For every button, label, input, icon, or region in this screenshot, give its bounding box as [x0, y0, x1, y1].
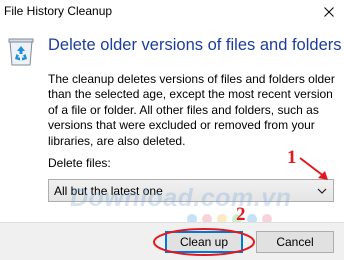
page-title: Delete older versions of files and folde…: [48, 36, 342, 54]
annotation-step-2: 2: [236, 204, 246, 225]
close-button[interactable]: [314, 0, 344, 24]
title-bar: File History Cleanup: [0, 0, 344, 26]
delete-files-label: Delete files:: [48, 156, 111, 170]
description-text: The cleanup deletes versions of files an…: [48, 72, 335, 148]
window-title: File History Cleanup: [4, 4, 113, 18]
watermark-text: Download.com.vn: [70, 184, 292, 212]
recycle-bin-icon: [8, 38, 34, 66]
annotation-arrow-line: [299, 157, 326, 178]
annotation-step-1: 1: [287, 147, 297, 168]
close-icon: [324, 7, 334, 17]
file-history-cleanup-dialog: File History Cleanup Delete older versio…: [0, 0, 344, 260]
cancel-button[interactable]: Cancel: [256, 231, 334, 253]
clean-up-button[interactable]: Clean up: [165, 231, 243, 253]
chevron-down-icon[interactable]: [313, 182, 331, 199]
